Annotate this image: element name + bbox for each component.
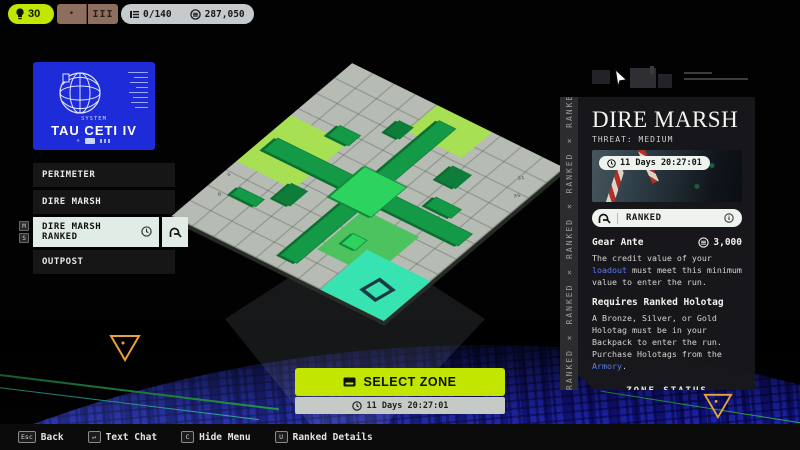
- back-button[interactable]: Esc Back: [18, 431, 64, 443]
- clock-icon: [351, 400, 362, 411]
- holotag-desc-post: .: [621, 361, 627, 371]
- mode-label: RANKED: [626, 213, 662, 223]
- zone-timer: 11 Days 20:27:01: [620, 158, 702, 168]
- u-keycap: U: [274, 431, 288, 443]
- map-plane[interactable]: 5 8 31 35: [171, 63, 565, 321]
- cursor-icon: [614, 68, 629, 89]
- map-structure-block-4: [273, 183, 309, 207]
- text-chat-button[interactable]: ↵ Text Chat: [87, 431, 158, 443]
- pillar-dot-cell[interactable]: •: [57, 4, 87, 24]
- credits-coin-icon: [189, 8, 201, 20]
- game-screen: 5 8 31 35 30 • III 0/140 287,050 SYSTEM …: [0, 0, 800, 450]
- info-icon[interactable]: [724, 213, 742, 223]
- gear-ante-description: The credit value of your loadout must me…: [592, 252, 742, 288]
- energy-pill[interactable]: 30: [8, 4, 54, 24]
- system-label: SYSTEM: [81, 116, 107, 122]
- ranked-icon: [169, 227, 182, 238]
- enter-keycap: ↵: [87, 431, 101, 443]
- map-grid-label: 35: [513, 193, 521, 199]
- text-chat-label: Text Chat: [105, 431, 158, 443]
- gear-ante-row: Gear Ante 3,000: [592, 237, 742, 248]
- map-structure-block-2: [436, 165, 472, 190]
- pillar-level: III: [92, 8, 114, 20]
- select-zone-timer-text: 11 Days 20:27:01: [366, 400, 449, 411]
- zone-detail-panel: DIRE MARSH THREAT: MEDIUM 11 Days 20:27:…: [578, 97, 755, 390]
- clock-icon: [141, 226, 152, 237]
- zone-item-dire-marsh-ranked[interactable]: DIRE MARSH RANKED: [33, 217, 159, 247]
- asterisk-glyph-icon: ✳: [76, 137, 80, 144]
- hide-menu-label: Hide Menu: [199, 431, 251, 443]
- zone-item-label-line2: RANKED: [42, 232, 78, 242]
- tag-glyph-icon: [84, 138, 95, 144]
- holotag-requirement-title: Requires Ranked Holotag: [592, 297, 724, 308]
- list-icon: [130, 10, 139, 18]
- select-zone-label: SELECT ZONE: [363, 375, 457, 389]
- holotag-desc-pre: A Bronze, Silver, or Gold Holotag must b…: [592, 313, 722, 359]
- bottom-action-bar: Esc Back ↵ Text Chat C Hide Menu U Ranke…: [0, 424, 800, 450]
- pillar-dot: •: [68, 9, 75, 19]
- select-zone-timer: 11 Days 20:27:01: [295, 397, 505, 414]
- zone-title: DIRE MARSH: [592, 107, 739, 132]
- warning-triangle-marker-right[interactable]: [702, 392, 736, 422]
- gear-ante-desc-pre: The credit value of your: [592, 253, 712, 263]
- system-name: TAU CETI IV: [51, 123, 137, 138]
- zone-item-label: PERIMETER: [42, 170, 96, 180]
- gear-ante-value: 3,000: [713, 237, 742, 248]
- warning-triangle-marker-left[interactable]: [108, 333, 142, 363]
- zone-item-label: DIRE MARSH: [42, 197, 102, 207]
- ranked-details-button[interactable]: U Ranked Details: [274, 431, 373, 443]
- energy-count: 30: [28, 8, 41, 20]
- gear-ante-label: Gear Ante: [592, 237, 644, 248]
- caution-tape: [603, 168, 624, 202]
- hotkey-m: M: [19, 221, 29, 231]
- mode-bar[interactable]: RANKED: [592, 209, 742, 227]
- zone-item-label-line1: DIRE MARSH: [42, 222, 102, 232]
- bulb-icon: [16, 8, 24, 20]
- zone-item-dire-marsh[interactable]: DIRE MARSH: [33, 190, 175, 214]
- credits-amount: 287,050: [204, 8, 245, 20]
- armory-link[interactable]: Armory: [592, 361, 622, 371]
- top-hud-bar: 30 • III 0/140 287,050: [0, 0, 800, 28]
- loadout-link[interactable]: loadout: [592, 265, 627, 275]
- map-grid-label: 8: [217, 191, 222, 197]
- hide-menu-button[interactable]: C Hide Menu: [181, 431, 251, 443]
- select-zone-group: SELECT ZONE 11 Days 20:27:01: [295, 368, 505, 414]
- resources-pill[interactable]: 0/140 287,050: [121, 4, 254, 24]
- zone-threat-level: THREAT: MEDIUM: [592, 135, 674, 144]
- holotag-description: A Bronze, Silver, or Gold Holotag must b…: [592, 312, 742, 372]
- zone-menu-hotkeys: M S: [19, 221, 29, 243]
- hotkey-s: S: [19, 233, 29, 243]
- ranked-mode-tile[interactable]: [162, 217, 188, 247]
- faction-glitch-logo: [592, 66, 757, 96]
- ranked-ribbon: RANKED × RANKED × RANKED × RANKED × RANK…: [560, 97, 578, 390]
- pillar-cell[interactable]: III: [88, 4, 118, 24]
- ranked-details-label: Ranked Details: [292, 431, 373, 443]
- map-structure-block-7: [384, 120, 414, 140]
- select-zone-button[interactable]: SELECT ZONE: [295, 368, 505, 396]
- back-label: Back: [40, 431, 64, 443]
- dots-glyph-icon: [99, 139, 112, 143]
- ranked-ribbon-text: RANKED × RANKED × RANKED × RANKED × RANK…: [564, 97, 574, 390]
- clock-icon: [607, 159, 616, 168]
- raider-progress: 0/140: [143, 8, 172, 20]
- zone-marker-icon: [359, 277, 396, 303]
- system-card-data-lines: [128, 72, 148, 108]
- map-grid-label: 31: [516, 175, 525, 182]
- zone-item-perimeter[interactable]: PERIMETER: [33, 163, 175, 187]
- credits-coin-icon: [698, 237, 709, 248]
- zone-item-label: OUTPOST: [42, 257, 84, 267]
- zone-photo: 11 Days 20:27:01: [592, 150, 742, 202]
- zone-item-outpost[interactable]: OUTPOST: [33, 250, 175, 274]
- system-card-glyphs: ✳: [33, 138, 155, 144]
- console-icon: [343, 377, 356, 387]
- globe-icon: [59, 72, 101, 114]
- ranked-icon: [592, 213, 618, 224]
- zone-timer-pill: 11 Days 20:27:01: [599, 156, 710, 170]
- c-keycap: C: [181, 431, 195, 443]
- map-structure-block-6: [230, 186, 266, 208]
- system-card[interactable]: SYSTEM TAU CETI IV ✳: [33, 62, 155, 150]
- map-grid-label: 5: [226, 172, 232, 178]
- esc-keycap: Esc: [18, 431, 36, 443]
